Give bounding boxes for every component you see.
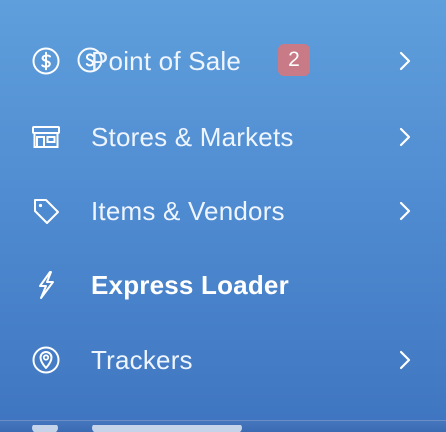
chevron-right-icon	[398, 349, 412, 371]
menu-item-label: Items & Vendors	[91, 195, 285, 226]
menu-item-trackers[interactable]: Trackers	[0, 322, 446, 398]
menu-item-label: Point of Sale	[91, 45, 242, 76]
lightning-bolt-icon	[30, 269, 62, 301]
side-menu: Point of Sale 2 Stores & Markets Items &…	[0, 0, 446, 420]
dollar-circle-icon	[30, 45, 62, 77]
chevron-right-icon	[398, 200, 412, 222]
location-pin-icon	[30, 344, 62, 376]
menu-item-express-loader[interactable]: Express Loader	[0, 247, 446, 323]
menu-item-stores-markets[interactable]: Stores & Markets	[0, 99, 446, 175]
tag-icon	[30, 195, 62, 227]
next-item-peek	[0, 425, 446, 432]
notification-badge: 2	[278, 44, 310, 76]
menu-item-point-of-sale[interactable]: Point of Sale 2	[0, 23, 446, 99]
chevron-right-icon	[398, 126, 412, 148]
store-front-icon	[30, 121, 62, 153]
menu-item-label: Trackers	[91, 344, 193, 375]
menu-item-items-vendors[interactable]: Items & Vendors	[0, 173, 446, 249]
chevron-right-icon	[398, 50, 412, 72]
menu-item-label: Stores & Markets	[91, 121, 294, 152]
menu-item-label: Express Loader	[91, 269, 289, 300]
